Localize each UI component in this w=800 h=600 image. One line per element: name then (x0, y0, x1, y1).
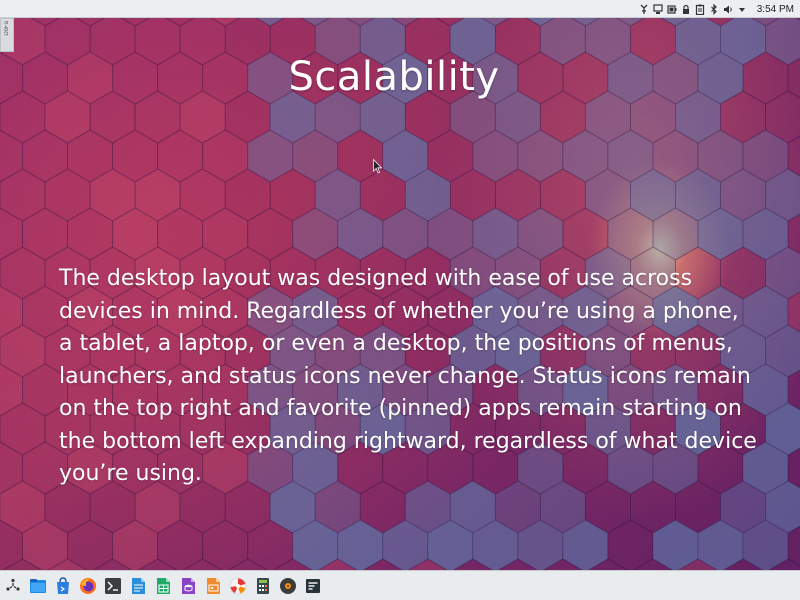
presentation-icon[interactable] (202, 575, 223, 597)
top-panel: 3:54 PM (0, 0, 800, 18)
clipboard-icon[interactable] (695, 3, 705, 15)
volume-icon[interactable] (723, 3, 733, 15)
package-manager-icon[interactable] (52, 575, 73, 597)
dropdown-arrow-icon[interactable] (737, 3, 747, 15)
lock-icon[interactable] (681, 3, 691, 15)
network-tool-icon[interactable] (639, 3, 649, 15)
battery-icon[interactable] (667, 3, 677, 15)
edge-tab-label: DoFa (4, 21, 10, 36)
launcher-menu-icon[interactable] (2, 575, 23, 597)
firefox-icon[interactable] (77, 575, 98, 597)
database-icon[interactable] (177, 575, 198, 597)
dock-items (2, 575, 323, 597)
calculator-icon[interactable] (252, 575, 273, 597)
slide-title: Scalability (288, 54, 500, 100)
writer-document-icon[interactable] (127, 575, 148, 597)
spreadsheet-icon[interactable] (152, 575, 173, 597)
status-tray: 3:54 PM (639, 0, 794, 18)
slide-body: The desktop layout was designed with eas… (59, 266, 757, 486)
terminal-icon[interactable] (102, 575, 123, 597)
file-manager-icon[interactable] (27, 575, 48, 597)
device-icon[interactable] (653, 3, 663, 15)
clock[interactable]: 3:54 PM (757, 4, 794, 15)
dock (0, 570, 800, 600)
edge-tab[interactable]: DoFa (0, 18, 14, 52)
image-viewer-icon[interactable] (227, 575, 248, 597)
task-manager-icon[interactable] (302, 575, 323, 597)
music-player-icon[interactable] (277, 575, 298, 597)
mouse-pointer-icon (373, 159, 382, 174)
bluetooth-icon[interactable] (709, 3, 719, 15)
